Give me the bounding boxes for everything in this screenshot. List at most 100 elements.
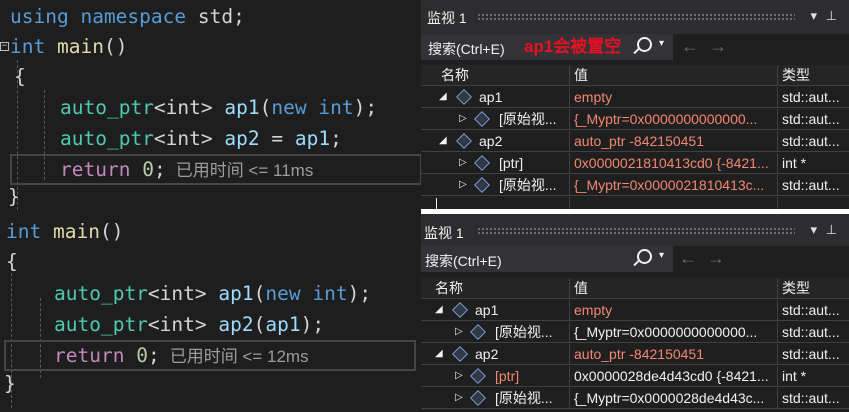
variable-icon: [456, 89, 472, 105]
grid-header: 名称 值 类型: [421, 278, 849, 299]
drag-handle[interactable]: [477, 13, 795, 21]
back-arrow-icon[interactable]: ←: [681, 36, 699, 57]
dropdown-arrow-icon[interactable]: ▾: [810, 8, 817, 24]
row-value[interactable]: {_Myptr=0x0000000000000...: [569, 322, 777, 343]
code-line-3: auto_ptr<int> ap1(new int);: [54, 282, 372, 305]
code-line-2: int main(): [10, 35, 128, 58]
variable-icon: [452, 346, 468, 362]
grid-header: 名称 值 类型: [421, 65, 849, 86]
variable-icon: [470, 390, 486, 406]
collapse-icon[interactable]: ◢: [435, 344, 443, 364]
row-type: int *: [777, 153, 849, 174]
code-editor-1[interactable]: − using namespace std; int main() { auto…: [0, 0, 421, 214]
row-value[interactable]: 0x0000021810413cd0 {-8421...: [569, 153, 777, 174]
table-row[interactable]: ◢ ap2 auto_ptr -842150451 std::aut...: [421, 131, 849, 152]
expand-icon[interactable]: ▷: [459, 109, 467, 129]
row-type: int *: [777, 366, 849, 387]
search-icon[interactable]: [637, 249, 652, 264]
table-row[interactable]: ▷ [原始视... {_Myptr=0x0000000000000... std…: [421, 109, 849, 130]
collapse-icon[interactable]: ◢: [439, 87, 447, 107]
drag-handle[interactable]: [477, 227, 795, 235]
row-type: std::aut...: [777, 344, 849, 365]
row-value[interactable]: empty: [569, 87, 777, 108]
forward-arrow-icon[interactable]: →: [709, 36, 727, 57]
search-box[interactable]: 搜索(Ctrl+E) ▾: [421, 246, 673, 272]
row-type: std::aut...: [777, 300, 849, 321]
search-input[interactable]: 搜索(Ctrl+E): [425, 251, 502, 271]
elapsed-time-hint: 已用时间 <= 12ms: [169, 347, 309, 366]
code-line-4: auto_ptr<int> ap1(new int);: [60, 96, 378, 119]
code-line-5: auto_ptr<int> ap2 = ap1;: [60, 127, 342, 150]
search-input[interactable]: 搜索(Ctrl+E): [428, 39, 505, 59]
collapse-icon[interactable]: −: [0, 42, 9, 51]
expand-icon[interactable]: ▷: [455, 388, 463, 408]
expand-icon[interactable]: ▷: [459, 153, 467, 173]
watch-title: 监视 1: [424, 225, 464, 241]
row-type: std::aut...: [777, 175, 849, 196]
code-line-4: auto_ptr<int> ap2(ap1);: [54, 313, 325, 336]
row-name: [原始视...: [499, 177, 557, 193]
row-type: std::aut...: [777, 322, 849, 343]
annotation-text: ap1会被置空: [524, 37, 622, 56]
table-row[interactable]: ◢ ap1 empty std::aut...: [421, 300, 849, 321]
code-line-5: return 0; 已用时间 <= 12ms: [54, 344, 309, 367]
table-row[interactable]: ▷ [原始视... {_Myptr=0x0000028de4d43c... st…: [421, 388, 849, 409]
code-editor-2[interactable]: int main() { auto_ptr<int> ap1(new int);…: [0, 214, 421, 412]
window-gap: [421, 209, 849, 214]
row-name: [ptr]: [495, 368, 520, 384]
row-name: ap2: [479, 133, 503, 149]
pin-icon[interactable]: ⊥: [826, 222, 837, 238]
table-row[interactable]: ▷ [ptr] 0x0000028de4d43cd0 {-8421... int…: [421, 366, 849, 387]
collapse-icon[interactable]: ◢: [435, 300, 443, 320]
variable-icon: [452, 302, 468, 318]
code-line-6: }: [4, 372, 16, 395]
type-column-header[interactable]: 类型: [777, 278, 849, 299]
watch-title-bar: 监视 1 ▾ ⊥: [421, 0, 849, 34]
code-line-1: using namespace std;: [10, 5, 245, 28]
expand-icon[interactable]: ▷: [455, 322, 463, 342]
dropdown-arrow-icon[interactable]: ▾: [659, 38, 664, 49]
watch-title-bar: 监视 1 ▾ ⊥: [421, 214, 849, 246]
row-value[interactable]: {_Myptr=0x0000000000000...: [569, 109, 777, 130]
variable-icon: [474, 177, 490, 193]
table-row[interactable]: ◢ ap2 auto_ptr -842150451 std::aut...: [421, 344, 849, 365]
name-column-header[interactable]: 名称: [429, 65, 569, 86]
back-arrow-icon[interactable]: ←: [679, 248, 697, 269]
variable-icon: [470, 324, 486, 340]
pin-icon[interactable]: ⊥: [826, 8, 837, 24]
row-value[interactable]: {_Myptr=0x0000021810413c...: [569, 175, 777, 196]
variable-icon: [474, 111, 490, 127]
watch-window-1: 监视 1 ▾ ⊥ 搜索(Ctrl+E) ▾ ap1会被置空 ← → 名称 值 类…: [421, 0, 849, 214]
value-column-header[interactable]: 值: [569, 65, 777, 86]
name-column-header[interactable]: 名称: [429, 278, 569, 299]
row-name: [原始视...: [495, 324, 553, 340]
search-icon[interactable]: [637, 37, 652, 52]
table-row[interactable]: ▷ [原始视... {_Myptr=0x0000021810413c... st…: [421, 175, 849, 196]
type-column-header[interactable]: 类型: [777, 65, 849, 86]
row-value[interactable]: auto_ptr -842150451: [569, 131, 777, 152]
row-name: [原始视...: [499, 111, 557, 127]
dropdown-arrow-icon[interactable]: ▾: [659, 250, 664, 261]
row-name: ap1: [479, 89, 503, 105]
row-value[interactable]: empty: [569, 300, 777, 321]
table-row[interactable]: ▷ [原始视... {_Myptr=0x0000000000000... std…: [421, 322, 849, 343]
row-value[interactable]: {_Myptr=0x0000028de4d43c...: [569, 388, 777, 409]
table-row[interactable]: ▷ [ptr] 0x0000021810413cd0 {-8421... int…: [421, 153, 849, 174]
row-name: ap1: [475, 302, 499, 318]
expand-icon[interactable]: ▷: [459, 175, 467, 195]
row-value[interactable]: auto_ptr -842150451: [569, 344, 777, 365]
value-column-header[interactable]: 值: [569, 278, 777, 299]
watch-title: 监视 1: [427, 10, 467, 26]
variable-icon: [470, 368, 486, 384]
table-row[interactable]: ◢ ap1 empty std::aut...: [421, 87, 849, 108]
row-value[interactable]: 0x0000028de4d43cd0 {-8421...: [569, 366, 777, 387]
watch-window-2: 监视 1 ▾ ⊥ 搜索(Ctrl+E) ▾ ← → 名称 值 类型 ◢ ap1 …: [421, 214, 849, 412]
code-line-1: int main(): [6, 220, 124, 243]
variable-icon: [474, 155, 490, 171]
dropdown-arrow-icon[interactable]: ▾: [810, 222, 817, 238]
collapse-icon[interactable]: ◢: [439, 131, 447, 151]
forward-arrow-icon[interactable]: →: [707, 248, 725, 269]
row-name: [ptr]: [499, 155, 524, 171]
expand-icon[interactable]: ▷: [455, 366, 463, 386]
variable-icon: [456, 133, 472, 149]
